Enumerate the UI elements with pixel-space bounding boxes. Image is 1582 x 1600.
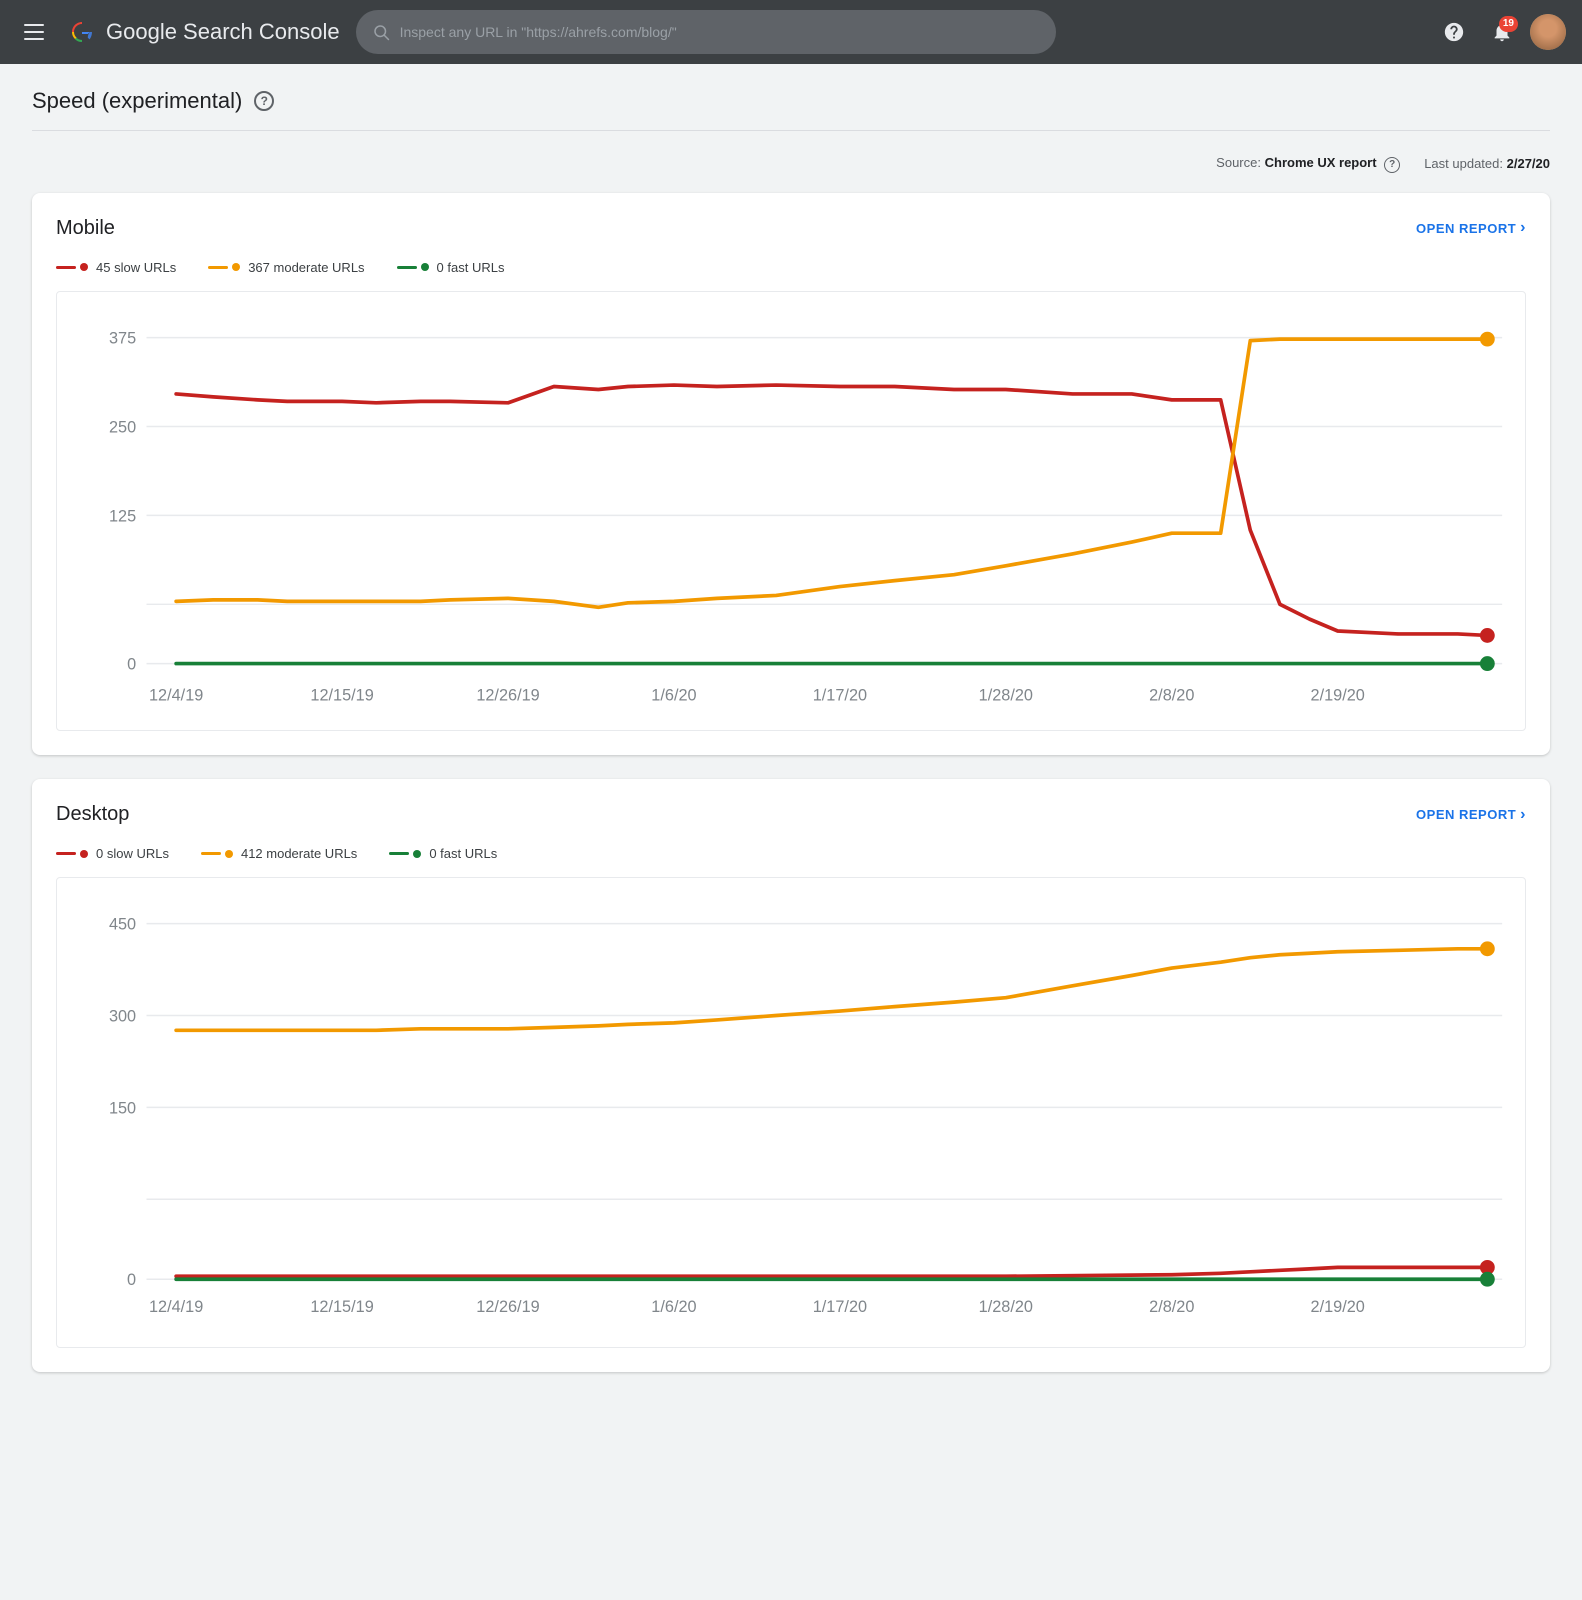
svg-text:375: 375 — [109, 329, 136, 347]
source-row: Source: Chrome UX report ? Last updated:… — [32, 155, 1550, 173]
desktop-legend-item-moderate: 412 moderate URLs — [201, 846, 357, 861]
menu-button[interactable] — [16, 14, 52, 50]
svg-text:150: 150 — [109, 1100, 136, 1118]
legend-moderate-label: 367 moderate URLs — [248, 260, 364, 275]
svg-text:1/6/20: 1/6/20 — [651, 1298, 696, 1316]
source-help-icon[interactable]: ? — [1384, 157, 1400, 173]
svg-text:12/26/19: 12/26/19 — [476, 686, 539, 704]
header-actions: 19 — [1434, 12, 1566, 52]
desktop-legend-moderate-label: 412 moderate URLs — [241, 846, 357, 861]
desktop-legend-slow-label: 0 slow URLs — [96, 846, 169, 861]
mobile-legend: 45 slow URLs 367 moderate URLs 0 fast UR… — [56, 260, 1526, 275]
svg-text:12/4/19: 12/4/19 — [149, 1298, 203, 1316]
legend-item-slow: 45 slow URLs — [56, 260, 176, 275]
notification-count: 19 — [1499, 16, 1518, 32]
logo: Google Search Console — [68, 18, 340, 46]
svg-text:2/19/20: 2/19/20 — [1311, 1298, 1365, 1316]
legend-item-moderate: 367 moderate URLs — [208, 260, 364, 275]
desktop-card-title: Desktop — [56, 803, 129, 826]
legend-slow-label: 45 slow URLs — [96, 260, 176, 275]
svg-text:12/15/19: 12/15/19 — [310, 1298, 373, 1316]
source-label: Source: Chrome UX report ? — [1216, 155, 1400, 173]
desktop-open-report-link[interactable]: OPEN REPORT › — [1416, 806, 1526, 824]
svg-text:12/4/19: 12/4/19 — [149, 686, 203, 704]
svg-text:1/17/20: 1/17/20 — [813, 686, 867, 704]
mobile-card-title: Mobile — [56, 217, 115, 240]
svg-text:2/8/20: 2/8/20 — [1149, 686, 1194, 704]
legend-item-fast: 0 fast URLs — [397, 260, 505, 275]
header: Google Search Console 19 — [0, 0, 1582, 64]
app-title: Google Search Console — [106, 19, 340, 45]
svg-text:0: 0 — [127, 1271, 136, 1289]
notifications-button[interactable]: 19 — [1482, 12, 1522, 52]
desktop-chart: 450 300 150 0 12/4/19 12/15/19 12/26/19 … — [65, 894, 1517, 1338]
help-icon — [1443, 21, 1465, 43]
mobile-chart-container: 375 250 125 0 12/4/19 12/15/19 12/26/19 … — [56, 291, 1526, 732]
url-search-input[interactable] — [400, 24, 1040, 40]
svg-text:125: 125 — [109, 507, 136, 525]
google-logo-icon — [68, 18, 96, 46]
svg-text:300: 300 — [109, 1008, 136, 1026]
last-updated: Last updated: 2/27/20 — [1424, 156, 1550, 171]
url-search-bar[interactable] — [356, 10, 1056, 54]
page-help-icon[interactable]: ? — [254, 91, 274, 111]
desktop-card-header: Desktop OPEN REPORT › — [56, 803, 1526, 826]
svg-text:1/6/20: 1/6/20 — [651, 686, 696, 704]
svg-text:450: 450 — [109, 916, 136, 934]
legend-fast-label: 0 fast URLs — [437, 260, 505, 275]
desktop-legend: 0 slow URLs 412 moderate URLs 0 fast URL… — [56, 846, 1526, 861]
svg-text:12/15/19: 12/15/19 — [310, 686, 373, 704]
svg-text:1/28/20: 1/28/20 — [979, 1298, 1033, 1316]
desktop-card: Desktop OPEN REPORT › 0 slow URLs 412 — [32, 779, 1550, 1371]
svg-text:0: 0 — [127, 655, 136, 673]
desktop-chart-container: 450 300 150 0 12/4/19 12/15/19 12/26/19 … — [56, 877, 1526, 1347]
mobile-chart: 375 250 125 0 12/4/19 12/15/19 12/26/19 … — [65, 308, 1517, 723]
last-updated-value: 2/27/20 — [1507, 156, 1550, 171]
desktop-legend-fast-label: 0 fast URLs — [429, 846, 497, 861]
mobile-card: Mobile OPEN REPORT › 45 slow URLs 367 — [32, 193, 1550, 756]
svg-text:12/26/19: 12/26/19 — [476, 1298, 539, 1316]
chevron-right-icon: › — [1520, 806, 1526, 824]
mobile-open-report-link[interactable]: OPEN REPORT › — [1416, 219, 1526, 237]
svg-text:2/19/20: 2/19/20 — [1311, 686, 1365, 704]
desktop-legend-item-slow: 0 slow URLs — [56, 846, 169, 861]
user-avatar[interactable] — [1530, 14, 1566, 50]
svg-text:2/8/20: 2/8/20 — [1149, 1298, 1194, 1316]
search-icon — [372, 23, 390, 41]
svg-text:1/28/20: 1/28/20 — [979, 686, 1033, 704]
chevron-right-icon: › — [1520, 219, 1526, 237]
svg-text:1/17/20: 1/17/20 — [813, 1298, 867, 1316]
page-title-row: Speed (experimental) ? — [32, 88, 1550, 131]
page-title: Speed (experimental) — [32, 88, 242, 114]
svg-text:250: 250 — [109, 418, 136, 436]
desktop-legend-item-fast: 0 fast URLs — [389, 846, 497, 861]
mobile-card-header: Mobile OPEN REPORT › — [56, 217, 1526, 240]
help-button[interactable] — [1434, 12, 1474, 52]
source-name: Chrome UX report — [1265, 155, 1377, 170]
page-content: Speed (experimental) ? Source: Chrome UX… — [0, 64, 1582, 1600]
